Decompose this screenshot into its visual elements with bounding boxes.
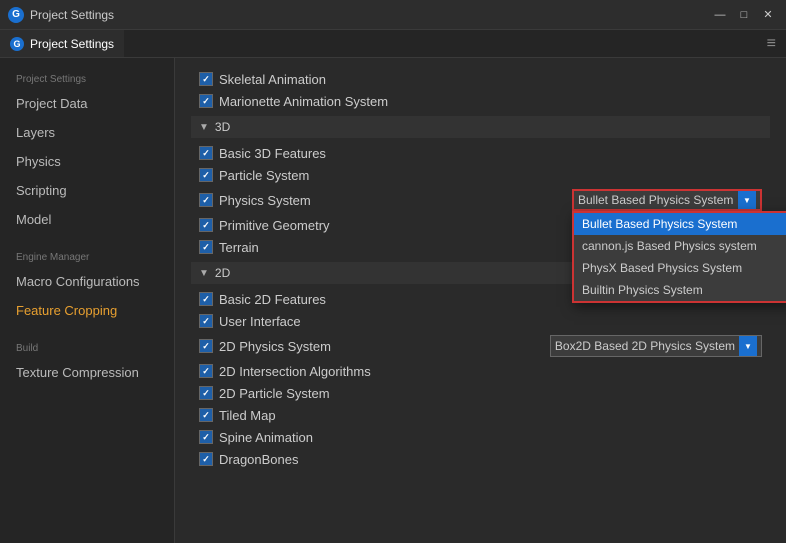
sidebar-section-build-label: Build <box>0 335 174 358</box>
physics-option-builtin[interactable]: Builtin Physics System <box>574 279 786 301</box>
sidebar-item-physics[interactable]: Physics <box>0 147 174 176</box>
sidebar-item-feature-cropping[interactable]: Feature Cropping <box>0 296 174 325</box>
sidebar-item-scripting[interactable]: Scripting <box>0 176 174 205</box>
feature-label-basic-3d: Basic 3D Features <box>219 146 762 161</box>
sidebar-section-project-label: Project Settings <box>0 66 174 89</box>
checkbox-2d-physics[interactable] <box>199 339 213 353</box>
sidebar-section-engine-label: Engine Manager <box>0 244 174 267</box>
tab-label: Project Settings <box>30 37 114 51</box>
feature-row-dragon-bones: DragonBones <box>191 448 770 470</box>
feature-row-skeletal: Skeletal Animation <box>191 68 770 90</box>
physics-dropdown-value: Bullet Based Physics System <box>578 193 734 207</box>
2d-physics-dropdown-arrow-icon[interactable]: ▼ <box>739 336 757 356</box>
sidebar-item-macro-configurations[interactable]: Macro Configurations <box>0 267 174 296</box>
feature-row-2d-intersection: 2D Intersection Algorithms <box>191 360 770 382</box>
feature-label-marionette: Marionette Animation System <box>219 94 762 109</box>
physics-option-cannon[interactable]: cannon.js Based Physics system <box>574 235 786 257</box>
section-3d-arrow-icon: ▼ <box>199 122 209 133</box>
feature-label-dragon-bones: DragonBones <box>219 452 762 467</box>
sidebar-item-model[interactable]: Model <box>0 205 174 234</box>
feature-label-2d-intersection: 2D Intersection Algorithms <box>219 364 762 379</box>
section-3d-header[interactable]: ▼ 3D <box>191 116 770 138</box>
feature-row-marionette: Marionette Animation System <box>191 90 770 112</box>
physics-dropdown-popup: Bullet Based Physics System cannon.js Ba… <box>572 211 786 303</box>
checkbox-skeletal[interactable] <box>199 72 213 86</box>
minimize-button[interactable]: — <box>710 5 730 25</box>
section-2d-label: 2D <box>215 266 230 280</box>
physics-dropdown-wrapper: Bullet Based Physics System ▼ Bullet Bas… <box>572 189 762 211</box>
feature-row-2d-particle: 2D Particle System <box>191 382 770 404</box>
app-icon: G <box>8 7 24 23</box>
2d-physics-dropdown-select[interactable]: Box2D Based 2D Physics System ▼ <box>550 335 762 357</box>
close-button[interactable]: ✕ <box>758 5 778 25</box>
physics-option-bullet[interactable]: Bullet Based Physics System <box>574 213 786 235</box>
physics-dropdown-arrow-icon[interactable]: ▼ <box>738 191 756 209</box>
physics-system-row: Physics System Bullet Based Physics Syst… <box>191 186 770 214</box>
checkbox-basic-3d[interactable] <box>199 146 213 160</box>
section-3d-label: 3D <box>215 120 230 134</box>
2d-physics-dropdown-value: Box2D Based 2D Physics System <box>555 339 735 353</box>
checkbox-physics-system[interactable] <box>199 193 213 207</box>
checkbox-terrain[interactable] <box>199 240 213 254</box>
checkbox-primitive-geometry[interactable] <box>199 218 213 232</box>
sidebar-item-texture-compression[interactable]: Texture Compression <box>0 358 174 387</box>
tab-icon: G <box>10 37 24 51</box>
main-layout: Project Settings Project Data Layers Phy… <box>0 58 786 543</box>
checkbox-particle-system[interactable] <box>199 168 213 182</box>
feature-label-user-interface: User Interface <box>219 314 762 329</box>
feature-label-spine: Spine Animation <box>219 430 762 445</box>
checkbox-2d-particle[interactable] <box>199 386 213 400</box>
section-2d-arrow-icon: ▼ <box>199 268 209 279</box>
feature-row-particle-system: Particle System <box>191 164 770 186</box>
physics-dropdown-select[interactable]: Bullet Based Physics System ▼ <box>572 189 762 211</box>
maximize-button[interactable]: □ <box>734 5 754 25</box>
sidebar-item-layers[interactable]: Layers <box>0 118 174 147</box>
checkbox-marionette[interactable] <box>199 94 213 108</box>
tab-bar: G Project Settings ≡ <box>0 30 786 58</box>
sidebar-item-project-data[interactable]: Project Data <box>0 89 174 118</box>
checkbox-tiled-map[interactable] <box>199 408 213 422</box>
feature-label-2d-particle: 2D Particle System <box>219 386 762 401</box>
feature-label-skeletal: Skeletal Animation <box>219 72 762 87</box>
checkbox-2d-intersection[interactable] <box>199 364 213 378</box>
feature-row-tiled-map: Tiled Map <box>191 404 770 426</box>
feature-row-user-interface: User Interface <box>191 310 770 332</box>
feature-row-spine: Spine Animation <box>191 426 770 448</box>
physics-option-physx[interactable]: PhysX Based Physics System <box>574 257 786 279</box>
feature-label-2d-physics: 2D Physics System <box>219 339 544 354</box>
content-area: Skeletal Animation Marionette Animation … <box>175 58 786 543</box>
sidebar: Project Settings Project Data Layers Phy… <box>0 58 175 543</box>
checkbox-dragon-bones[interactable] <box>199 452 213 466</box>
window-title: Project Settings <box>30 8 710 22</box>
tab-project-settings[interactable]: G Project Settings <box>0 30 124 57</box>
feature-label-tiled-map: Tiled Map <box>219 408 762 423</box>
checkbox-user-interface[interactable] <box>199 314 213 328</box>
feature-label-physics-system: Physics System <box>219 193 566 208</box>
feature-row-basic-3d: Basic 3D Features <box>191 142 770 164</box>
title-bar: G Project Settings — □ ✕ <box>0 0 786 30</box>
tab-hamburger-icon[interactable]: ≡ <box>757 35 786 53</box>
checkbox-basic-2d[interactable] <box>199 292 213 306</box>
feature-label-particle-system: Particle System <box>219 168 762 183</box>
checkbox-spine[interactable] <box>199 430 213 444</box>
window-controls: — □ ✕ <box>710 5 778 25</box>
physics-2d-system-row: 2D Physics System Box2D Based 2D Physics… <box>191 332 770 360</box>
